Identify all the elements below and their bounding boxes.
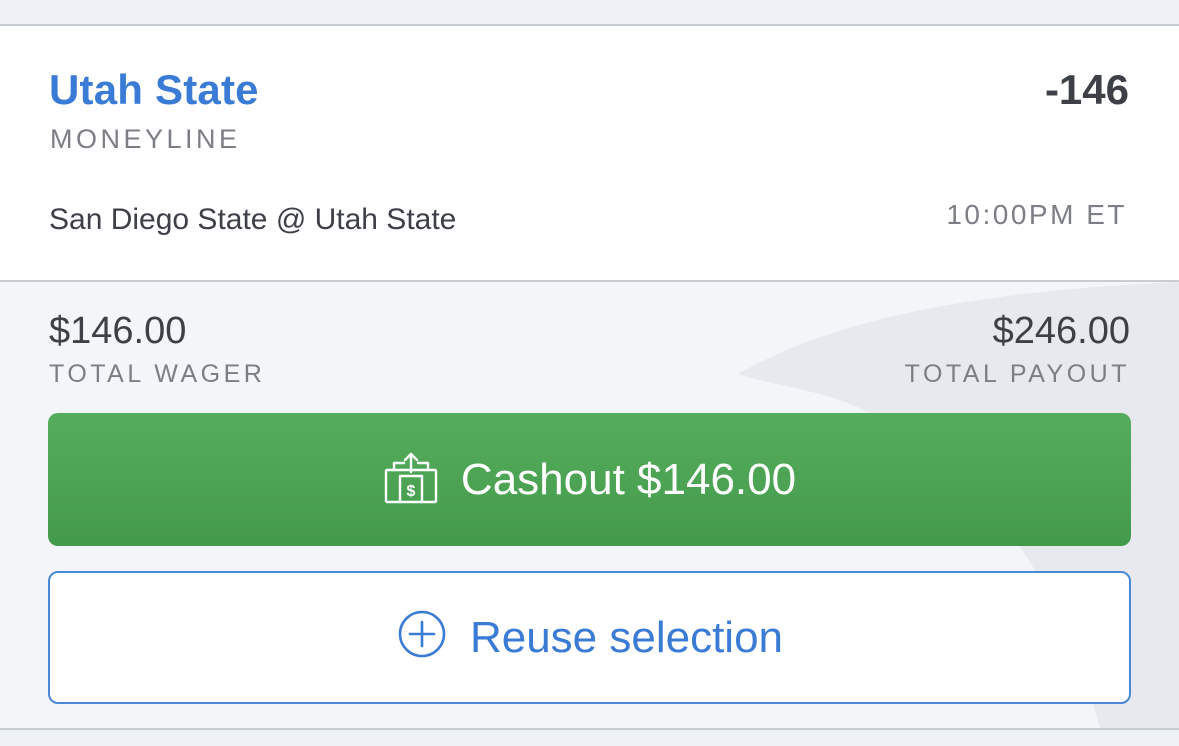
cashout-label: Cashout $146.00 [460, 454, 797, 504]
top-spacer [0, 0, 1179, 24]
cashout-button[interactable]: $ Cashout $146.00 [48, 413, 1131, 546]
total-wager-amount: $146.00 [49, 310, 187, 352]
plus-circle-icon [398, 610, 446, 657]
market-type: MONEYLINE [50, 124, 241, 154]
selection-name: Utah State [49, 66, 259, 113]
bottom-spacer [0, 730, 1179, 746]
odds-value: -146 [1044, 66, 1129, 113]
total-wager-label: TOTAL WAGER [49, 360, 266, 388]
total-payout-amount: $246.00 [992, 310, 1130, 352]
game-time: 10:00PM ET [946, 199, 1127, 230]
svg-text:$: $ [406, 483, 415, 500]
matchup-text: San Diego State @ Utah State [49, 203, 457, 236]
total-payout-label: TOTAL PAYOUT [904, 360, 1130, 388]
reuse-selection-button[interactable]: Reuse selection [48, 571, 1131, 704]
reuse-selection-label: Reuse selection [469, 612, 784, 662]
cash-out-icon: $ [384, 452, 438, 503]
